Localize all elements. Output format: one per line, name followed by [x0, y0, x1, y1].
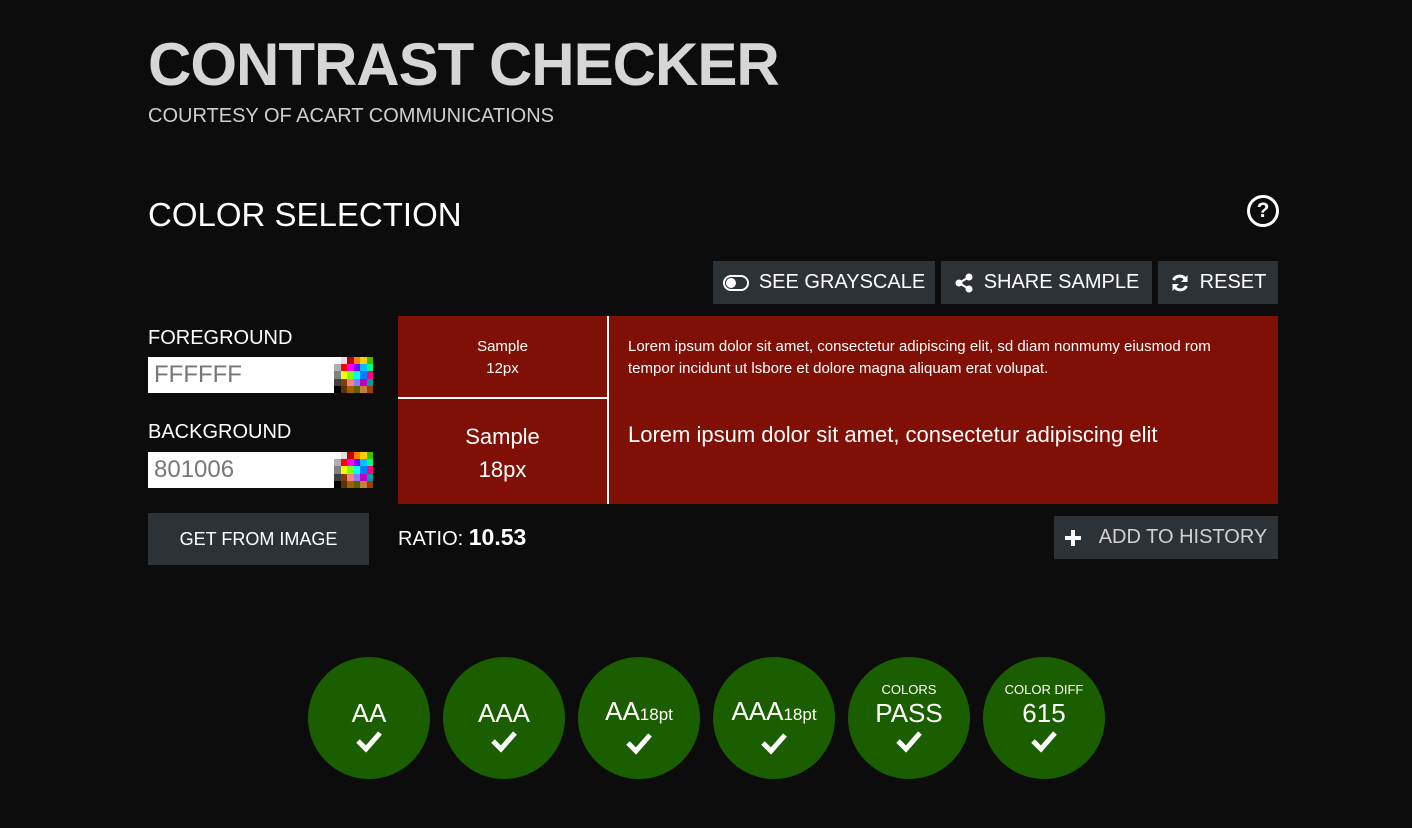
background-color-picker-icon[interactable]: [334, 452, 373, 488]
badge-label: AAA: [477, 698, 531, 728]
preview-divider: [607, 316, 609, 504]
share-sample-button[interactable]: SHARE SAMPLE: [941, 261, 1152, 304]
result-badge: AAA: [443, 657, 565, 779]
sample-size: 18px: [478, 457, 527, 482]
result-badge: AA18pt: [578, 657, 700, 779]
plus-icon: [1064, 529, 1081, 546]
share-sample-label: SHARE SAMPLE: [983, 271, 1140, 293]
check-icon: [626, 733, 652, 755]
badge-caption: COLOR DIFF: [1004, 682, 1084, 697]
sample-text: Sample: [465, 424, 540, 449]
check-icon: [761, 733, 787, 755]
foreground-color-picker-icon[interactable]: [334, 357, 373, 393]
see-grayscale-label: SEE GRAYSCALE: [758, 271, 926, 293]
badge-label: AAA18pt: [731, 696, 817, 726]
check-icon: [1031, 731, 1057, 753]
badge-label: PASS: [875, 698, 943, 728]
background-input[interactable]: [148, 452, 334, 488]
result-badge: COLORS PASS: [848, 657, 970, 779]
result-badge: COLOR DIFF 615: [983, 657, 1105, 779]
help-icon[interactable]: ?: [1247, 195, 1279, 227]
ratio-value: 10.53: [468, 524, 527, 550]
sample-text: Sample: [477, 338, 528, 355]
preview-divider: [398, 397, 608, 399]
result-badge: AAA18pt: [713, 657, 835, 779]
get-from-image-button[interactable]: GET FROM IMAGE: [148, 513, 369, 565]
badge-caption: COLORS: [881, 682, 937, 697]
ratio-label: RATIO:: [398, 528, 464, 550]
see-grayscale-button[interactable]: SEE GRAYSCALE: [713, 261, 935, 304]
sample-text-small: Lorem ipsum dolor sit amet, consectetur …: [628, 338, 1211, 377]
sample-18px-label: Sample 18px: [398, 420, 607, 486]
page-title: CONTRAST CHECKER: [148, 31, 780, 98]
badge-label: 615: [1022, 698, 1066, 728]
toggle-icon: [722, 274, 749, 291]
contrast-ratio: RATIO: 10.53: [398, 524, 526, 551]
badge-label: AA: [351, 698, 387, 728]
check-icon: [491, 731, 517, 753]
refresh-icon: [1171, 274, 1188, 291]
result-badge: AA: [308, 657, 430, 779]
reset-label: RESET: [1199, 271, 1267, 293]
sample-12px-label: Sample 12px: [398, 336, 607, 380]
background-label: BACKGROUND: [148, 421, 292, 443]
add-to-history-label: ADD TO HISTORY: [1098, 526, 1268, 548]
foreground-label: FOREGROUND: [148, 327, 293, 349]
add-to-history-button[interactable]: ADD TO HISTORY: [1054, 516, 1278, 559]
badge-label: AA18pt: [605, 696, 673, 726]
reset-button[interactable]: RESET: [1158, 261, 1278, 304]
page-subtitle: COURTESY OF ACART COMMUNICATIONS: [148, 105, 554, 127]
sample-text-large: Lorem ipsum dolor sit amet, consectetur …: [628, 422, 1158, 447]
sample-size: 12px: [486, 360, 519, 377]
check-icon: [896, 731, 922, 753]
foreground-input[interactable]: [148, 357, 334, 393]
section-title: COLOR SELECTION: [148, 196, 462, 233]
check-icon: [356, 731, 382, 753]
share-icon: [955, 273, 973, 292]
